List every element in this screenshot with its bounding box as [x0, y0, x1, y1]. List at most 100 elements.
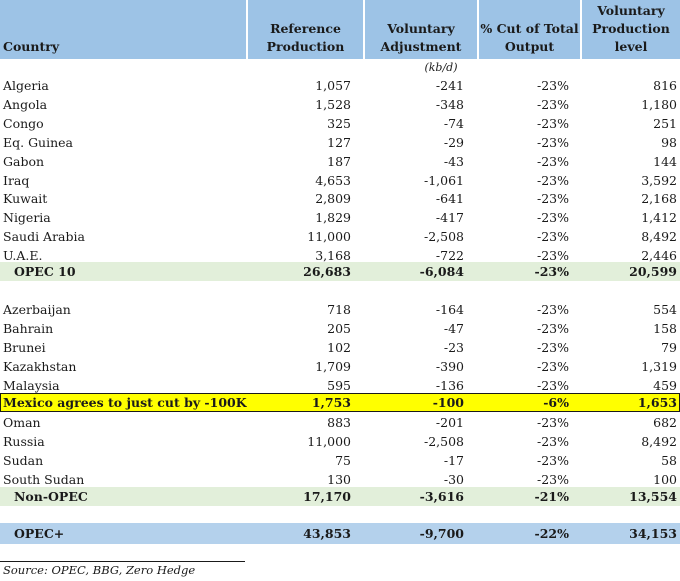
country-cell: Congo [3, 115, 44, 131]
adjustment-cell: -641 [435, 191, 464, 207]
proposed-cell: 8,492 [641, 433, 677, 449]
cut-percent-cell: -21% [534, 489, 569, 504]
country-cell: Saudi Arabia [3, 229, 85, 245]
adjustment-cell: -3,616 [419, 489, 464, 504]
cut-percent-cell: -23% [536, 78, 569, 93]
cut-percent-cell: -23% [536, 377, 569, 393]
reference-cell: 43,853 [303, 526, 351, 541]
adjustment-cell: -29 [443, 134, 464, 150]
adjustment-cell: -30 [443, 471, 464, 487]
reference-cell: 325 [327, 115, 351, 131]
reference-cell: 1,057 [315, 78, 351, 93]
country-cell: Iraq [3, 172, 30, 188]
mexico-highlight-row: Mexico agrees to just cut by -100K 1,753 -… [0, 393, 680, 412]
proposed-cell: 816 [653, 78, 677, 93]
cut-percent-cell: -23% [536, 191, 569, 207]
header-reference: Reference Production [248, 0, 363, 59]
proposed-cell: 1,412 [641, 210, 677, 226]
opec-subtotal-row: OPEC 10 26,683 -6,084 -23% 20,599 [0, 262, 680, 281]
unit-label: (kb/d) [424, 61, 458, 74]
header-cut: % Cut of Total Output [479, 0, 580, 59]
proposed-cell: 13,554 [629, 489, 677, 504]
adjustment-cell: -100 [432, 395, 464, 410]
country-cell: Nigeria [3, 210, 51, 226]
country-cell: Angola [3, 96, 48, 112]
country-cell: Algeria [3, 78, 49, 93]
proposed-cell: 98 [661, 134, 677, 150]
header-country: Country [0, 0, 246, 59]
proposed-cell: 3,592 [641, 172, 677, 188]
cut-percent-cell: -23% [536, 210, 569, 226]
reference-cell: 205 [327, 320, 351, 336]
cut-percent-cell: -22% [534, 526, 569, 541]
proposed-cell: 459 [653, 377, 677, 393]
table-row: Malaysia 595 -136 -23% 459 [0, 376, 680, 395]
proposed-cell: 79 [661, 339, 677, 355]
cut-percent-cell: -23% [536, 153, 569, 169]
table-row: Congo 325 -74 -23% 251 [0, 114, 680, 133]
reference-cell: 595 [327, 377, 351, 393]
country-cell: OPEC 10 [14, 264, 76, 279]
table-header: Country Reference Production Voluntary A… [0, 0, 680, 59]
reference-cell: 1,709 [315, 358, 351, 374]
adjustment-cell: -164 [435, 302, 464, 317]
cut-percent-cell: -23% [536, 358, 569, 374]
proposed-cell: 34,153 [629, 526, 677, 541]
cut-percent-cell: -23% [536, 302, 569, 317]
country-cell: Oman [3, 415, 41, 430]
table-row: Algeria 1,057 -241 -23% 816 [0, 76, 680, 95]
cut-percent-cell: -23% [536, 471, 569, 487]
proposed-cell: 682 [653, 415, 677, 430]
table-row: Nigeria 1,829 -417 -23% 1,412 [0, 208, 680, 227]
country-cell: Kazakhstan [3, 358, 77, 374]
proposed-cell: 1,653 [637, 395, 677, 410]
proposed-cell: 158 [653, 320, 677, 336]
reference-cell: 127 [327, 134, 351, 150]
country-cell: Russia [3, 433, 45, 449]
reference-cell: 4,653 [315, 172, 351, 188]
proposed-cell: 20,599 [629, 264, 677, 279]
adjustment-cell: -23 [443, 339, 464, 355]
cut-percent-cell: -23% [536, 115, 569, 131]
country-cell: Kuwait [3, 191, 48, 207]
table-row: Kazakhstan 1,709 -390 -23% 1,319 [0, 357, 680, 376]
table-row: Angola 1,528 -348 -23% 1,180 [0, 95, 680, 114]
cut-percent-cell: -23% [534, 264, 569, 279]
adjustment-cell: -390 [435, 358, 464, 374]
adjustment-cell: -47 [443, 320, 464, 336]
cut-percent-cell: -23% [536, 320, 569, 336]
adjustment-cell: -1,061 [423, 172, 464, 188]
cut-percent-cell: -23% [536, 415, 569, 430]
header-voluntary: Voluntary Adjustment [365, 0, 477, 59]
reference-cell: 1,829 [315, 210, 351, 226]
table-row: Gabon 187 -43 -23% 144 [0, 152, 680, 171]
adjustment-cell: -417 [435, 210, 464, 226]
reference-cell: 1,528 [315, 96, 351, 112]
country-cell: OPEC+ [14, 526, 65, 541]
country-cell: Bahrain [3, 320, 54, 336]
source-divider [0, 561, 245, 562]
country-cell: Eq. Guinea [3, 134, 74, 150]
adjustment-cell: -241 [435, 78, 464, 93]
table-row: Brunei 102 -23 -23% 79 [0, 338, 680, 357]
opec-plus-total-row: OPEC+ 43,853 -9,700 -22% 34,153 [0, 523, 680, 544]
proposed-cell: 251 [653, 115, 677, 131]
reference-cell: 187 [327, 153, 351, 169]
table-row: Kuwait 2,809 -641 -23% 2,168 [0, 189, 680, 208]
nonopec-subtotal-row: Non-OPEC 17,170 -3,616 -21% 13,554 [0, 487, 680, 506]
table-row: Azerbaijan 718 -164 -23% 554 [0, 300, 680, 319]
adjustment-cell: -348 [435, 96, 464, 112]
table-row: Eq. Guinea 127 -29 -23% 98 [0, 133, 680, 152]
table-row: South Sudan 130 -30 -23% 100 [0, 470, 680, 489]
table-row: Saudi Arabia 11,000 -2,508 -23% 8,492 [0, 227, 680, 246]
source-note: Source: OPEC, BBG, Zero Hedge [3, 563, 196, 577]
proposed-cell: 554 [653, 302, 677, 317]
proposed-cell: 1,319 [641, 358, 677, 374]
adjustment-cell: -74 [443, 115, 464, 131]
table-row: Iraq 4,653 -1,061 -23% 3,592 [0, 171, 680, 190]
table-row: Bahrain 205 -47 -23% 158 [0, 319, 680, 338]
reference-cell: 2,809 [315, 191, 351, 207]
proposed-cell: 2,168 [641, 191, 677, 207]
country-cell: Gabon [3, 153, 45, 169]
cut-percent-cell: -6% [543, 395, 569, 410]
